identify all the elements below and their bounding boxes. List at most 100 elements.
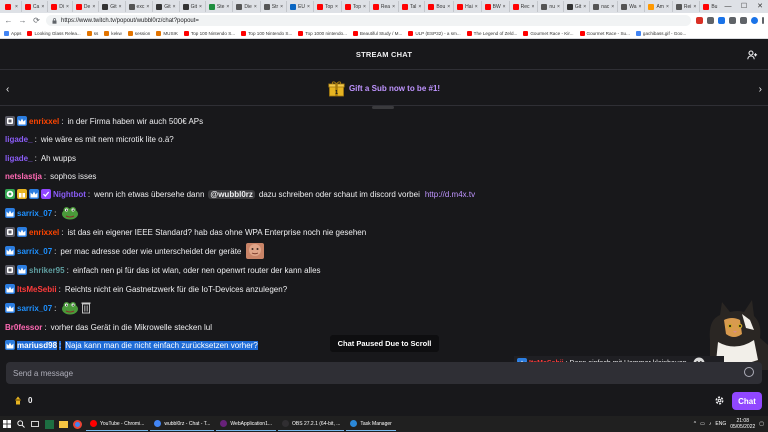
taskbar-app[interactable]: WebApplication1... <box>216 417 277 431</box>
bookmark-item[interactable]: Gourmet Race - Su... <box>579 30 630 36</box>
browser-tab[interactable]: Tal × <box>399 1 426 12</box>
profile-avatar[interactable] <box>751 17 758 24</box>
chat-message[interactable]: enrixxel: in der Firma haben wir auch 500… <box>5 113 203 129</box>
browser-tab[interactable]: nac × <box>590 1 619 12</box>
clock[interactable]: 21:08 05/05/2022 <box>730 418 755 430</box>
close-tab-icon[interactable]: × <box>532 4 535 10</box>
close-tab-icon[interactable]: × <box>226 4 229 10</box>
chat-username[interactable]: netslastja <box>5 172 42 181</box>
close-tab-icon[interactable]: × <box>173 4 176 10</box>
puzzle-icon[interactable] <box>729 17 736 24</box>
chat-message-list[interactable]: enrixxel: in der Firma haben wir auch 500… <box>0 111 768 359</box>
menu-dots-icon[interactable] <box>762 17 764 24</box>
close-window-button[interactable]: ✕ <box>752 0 768 13</box>
browser-tab[interactable]: Am × <box>645 1 673 12</box>
browser-tab[interactable]: Rei × <box>673 1 701 12</box>
browser-tab[interactable]: Di × <box>48 1 73 12</box>
volume-icon[interactable]: ♪ <box>709 421 712 427</box>
close-tab-icon[interactable]: × <box>92 4 95 10</box>
chat-username[interactable]: enrixxel <box>29 117 59 126</box>
close-tab-icon[interactable]: × <box>199 4 202 10</box>
reload-button[interactable]: ⟳ <box>32 16 41 25</box>
forward-button[interactable]: → <box>18 16 27 25</box>
url-field[interactable]: https://www.twitch.tv/popout/wubbl0rz/ch… <box>46 15 691 26</box>
chat-username[interactable]: ligade_ <box>5 154 33 163</box>
extension-icon[interactable] <box>718 17 725 24</box>
chat-message[interactable]: Br0fessor: vorher das Gerät in die Mikrow… <box>5 319 212 335</box>
chat-username[interactable]: Br0fessor <box>5 323 42 332</box>
chat-username[interactable]: sarrix_07 <box>17 209 52 218</box>
search-icon[interactable] <box>14 417 28 431</box>
bookmark-item[interactable]: Top 100 Nintendo S... <box>183 30 235 36</box>
bookmark-item[interactable]: kekw <box>104 30 122 36</box>
bookmark-item[interactable]: Gourmet Race - Kir... <box>523 30 574 36</box>
browser-tab[interactable]: Rea × <box>370 1 400 12</box>
close-tab-icon[interactable]: × <box>392 4 395 10</box>
channel-points[interactable]: 0 <box>14 396 32 405</box>
browser-tab[interactable]: Die × <box>233 1 261 12</box>
close-tab-icon[interactable]: × <box>363 4 366 10</box>
bookmark-item[interactable]: session <box>127 30 150 36</box>
chat-message[interactable]: netslastja: sophos isses <box>5 168 96 184</box>
bookmark-item[interactable]: gachibass.gif - Goo... <box>635 30 686 36</box>
banner-collapse-handle[interactable] <box>372 106 394 109</box>
chevron-left-icon[interactable]: ‹ <box>6 84 9 95</box>
chat-username[interactable]: shriker95 <box>29 266 65 275</box>
browser-tab[interactable]: exc × <box>126 1 154 12</box>
maximize-button[interactable]: ☐ <box>736 0 752 13</box>
chat-paused-button[interactable]: Chat Paused Due to Scroll <box>330 335 439 352</box>
close-tab-icon[interactable]: × <box>41 4 44 10</box>
close-tab-icon[interactable]: × <box>693 4 696 10</box>
taskbar-app[interactable]: OBS 27.2.1 (64-bit, ... <box>278 417 345 431</box>
windows-start-icon[interactable] <box>0 417 14 431</box>
close-tab-icon[interactable]: × <box>611 4 614 10</box>
close-tab-icon[interactable]: × <box>475 4 478 10</box>
emote-picker-icon[interactable] <box>744 367 754 377</box>
close-tab-icon[interactable]: × <box>66 4 69 10</box>
gear-icon[interactable] <box>714 395 725 406</box>
extension-icon[interactable] <box>696 17 703 24</box>
browser-tab[interactable]: Hai × <box>454 1 482 12</box>
close-tab-icon[interactable]: × <box>335 4 338 10</box>
browser-tab[interactable]: Wa × <box>618 1 646 12</box>
gift-sub-banner[interactable]: ‹ 1 Gift a Sub now to be #1! › <box>0 72 768 106</box>
close-tab-icon[interactable]: × <box>254 4 257 10</box>
chat-message[interactable]: ligade_: Ah wupps <box>5 150 76 166</box>
close-tab-icon[interactable]: × <box>503 4 506 10</box>
tray-chevron-icon[interactable]: ^ <box>694 421 696 427</box>
chat-username[interactable]: Nightbot <box>53 190 86 199</box>
browser-tab[interactable]: Ste × <box>206 1 234 12</box>
bookmark-item[interactable]: The Legend of Zeld... <box>466 30 517 36</box>
browser-tab[interactable]: EU × <box>287 1 314 12</box>
browser-tab[interactable]: Top × <box>314 1 342 12</box>
browser-tab[interactable]: nu × <box>538 1 564 12</box>
browser-tab[interactable]: De × <box>73 1 100 12</box>
notification-icon[interactable]: ▢ <box>759 421 764 427</box>
chat-message[interactable]: ItsMeSebii: Reichts nicht ein Gastnetzwer… <box>5 281 287 297</box>
browser-tab[interactable]: Ca × <box>22 1 49 12</box>
close-tab-icon[interactable]: × <box>447 4 450 10</box>
chat-message[interactable]: sarrix_07: per mac adresse oder wie unter… <box>5 243 265 259</box>
chat-message[interactable]: ligade_: wie wäre es mit nem microtik lit… <box>5 131 174 147</box>
close-tab-icon[interactable]: × <box>557 4 560 10</box>
chat-message[interactable]: shriker95: einfach nen pi für das iot wla… <box>5 262 321 278</box>
chat-username[interactable]: ItsMeSebii <box>17 285 57 294</box>
bookmark-item[interactable]: Beautiful Study / M... <box>352 30 402 36</box>
chat-message[interactable]: enrixxel: ist das ein eigener IEEE Standa… <box>5 224 366 240</box>
task-view-icon[interactable] <box>28 417 42 431</box>
chat-username[interactable]: mariusd98 <box>17 340 58 350</box>
chat-mention[interactable]: @wubbl0rz <box>208 189 255 199</box>
chat-message[interactable]: sarrix_07: <box>5 300 91 316</box>
chat-username[interactable]: enrixxel <box>29 228 59 237</box>
browser-tab[interactable]: Git × <box>564 1 591 12</box>
chat-username[interactable]: sarrix_07 <box>17 304 52 313</box>
chat-input[interactable]: Send a message <box>6 362 762 384</box>
chat-username[interactable]: ligade_ <box>5 135 33 144</box>
browser-tab[interactable]: × <box>2 1 22 12</box>
taskbar-app[interactable]: wubbl0rz - Chat - T... <box>150 417 215 431</box>
browser-tab[interactable]: Bou × <box>425 1 455 12</box>
browser-tab[interactable]: BW × <box>482 1 510 12</box>
close-tab-icon[interactable]: × <box>666 4 669 10</box>
file-explorer-icon[interactable] <box>56 417 70 431</box>
minimize-button[interactable]: — <box>720 0 736 13</box>
